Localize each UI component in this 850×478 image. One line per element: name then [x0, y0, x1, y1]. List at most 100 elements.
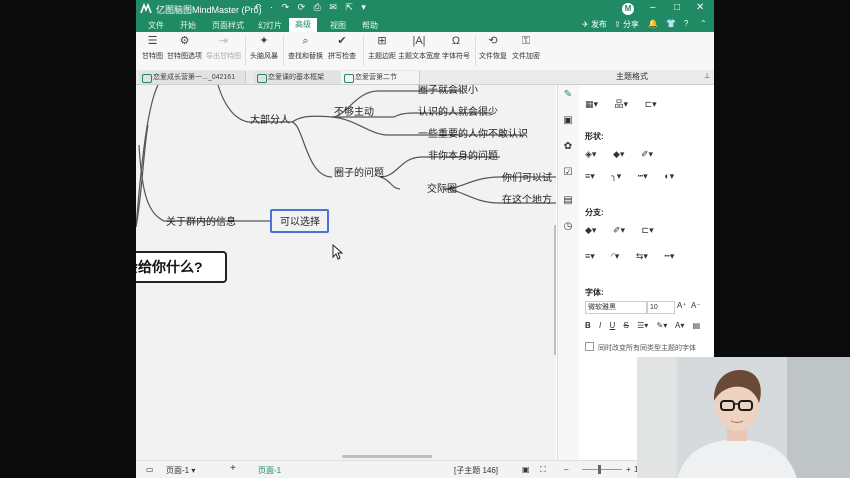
- menu-slides[interactable]: 幻灯片: [258, 20, 282, 31]
- node-not-yourself[interactable]: 非你本身的问题: [428, 147, 498, 162]
- branch-connector-icon[interactable]: ⊏▾: [642, 225, 654, 236]
- border-color-icon[interactable]: ✐▾: [641, 149, 653, 160]
- shape-row-2: ≡▾ ╮▾ ┅▾ ◐▾: [585, 171, 688, 182]
- collapse-ribbon-icon[interactable]: ⌃: [700, 19, 707, 28]
- font-grow-icon[interactable]: A⁺: [677, 301, 687, 310]
- node-know-few[interactable]: 认识的人就会很少: [418, 103, 498, 118]
- gantt-button[interactable]: ☰ 甘特图: [142, 35, 163, 61]
- close-icon[interactable]: ✕: [696, 2, 704, 13]
- help-icon[interactable]: ?: [684, 19, 688, 28]
- node-can-try[interactable]: 你们可以试: [502, 169, 552, 184]
- layout-grid-icon[interactable]: ▦▾: [585, 99, 598, 110]
- skin-icon[interactable]: 👕: [666, 19, 676, 28]
- font-symbol-button[interactable]: Ω 字体符号: [442, 35, 470, 61]
- tab-document-1[interactable]: 恋爱成长营第一..._042161: [139, 71, 246, 84]
- connector-style-icon[interactable]: ⊏▾: [645, 99, 657, 110]
- shape-select-icon[interactable]: ◈▾: [585, 149, 596, 160]
- branch-arrow-icon[interactable]: ⇆▾: [636, 251, 648, 262]
- share-button[interactable]: ⇪ 分享: [614, 19, 639, 30]
- node-majority[interactable]: 大部分人: [250, 111, 290, 126]
- apply-all-checkbox[interactable]: 同时改变所有同类型主题的字体: [585, 342, 696, 353]
- highlight-icon[interactable]: ✎▾: [657, 321, 668, 330]
- branch-weight-icon[interactable]: ≡▾: [585, 251, 595, 262]
- tab-label: 恋爱课的基本框架: [268, 74, 324, 81]
- maximize-icon[interactable]: □: [674, 2, 680, 13]
- menu-home[interactable]: 开始: [180, 20, 196, 31]
- menu-page-style[interactable]: 页面样式: [212, 20, 244, 31]
- fullscreen-icon[interactable]: ⛶: [540, 465, 546, 475]
- quick-access-toolbar[interactable]: ↶ · ↷ ⟳ ⎙ ✉ ⇱ ▾: [254, 2, 369, 13]
- file-recovery-button[interactable]: ⟲ 文件恢复: [479, 35, 507, 61]
- menu-advanced[interactable]: 高级: [289, 18, 317, 32]
- topic-margin-button[interactable]: ⊞ 主题边距: [368, 35, 396, 61]
- branch-border-icon[interactable]: ✐▾: [613, 225, 625, 236]
- more-format-icon[interactable]: ▤: [693, 321, 701, 330]
- minimize-icon[interactable]: –: [650, 2, 656, 13]
- font-color-icon[interactable]: A▾: [675, 321, 684, 330]
- corner-style-icon[interactable]: ╮▾: [611, 171, 621, 182]
- font-shrink-icon[interactable]: A⁻: [691, 301, 701, 310]
- mindmap-canvas[interactable]: 大部分人 不够主动 圈子就会很小 认识的人就会很少 一些重要的人你不敢认识 圈子…: [136, 85, 556, 460]
- node-circle-small[interactable]: 圈子就会很小: [418, 85, 478, 96]
- node-can-choose[interactable]: 可以选择: [280, 213, 320, 228]
- node-important-people[interactable]: 一些重要的人你不敢认识: [418, 125, 528, 140]
- user-avatar[interactable]: M: [622, 3, 634, 15]
- node-group-info[interactable]: 关于群内的信息: [166, 213, 236, 228]
- fit-page-icon[interactable]: ▣: [522, 465, 530, 474]
- node-social-circle[interactable]: 交际圈: [427, 180, 457, 195]
- strikethrough-icon[interactable]: S: [624, 321, 629, 330]
- font-size-select[interactable]: 10: [647, 301, 675, 314]
- dash-style-icon[interactable]: ┅▾: [638, 171, 648, 182]
- fill-color-icon[interactable]: ◆▾: [613, 149, 624, 160]
- tab-document-3[interactable]: 恋爱营第二节: [341, 71, 420, 84]
- add-page-button[interactable]: +: [230, 463, 236, 474]
- shadow-icon[interactable]: ◐▾: [664, 171, 674, 182]
- zoom-slider[interactable]: [582, 469, 622, 470]
- branch-dash-icon[interactable]: ┅▾: [664, 251, 674, 262]
- page-format-icon[interactable]: ▣: [562, 115, 574, 127]
- clipart-icon[interactable]: ✿: [562, 141, 574, 153]
- branch-fill-icon[interactable]: ◆▾: [585, 225, 596, 236]
- topic-format-icon[interactable]: ✎: [562, 89, 574, 101]
- page-view-icon[interactable]: ▭: [146, 465, 154, 474]
- branch-curve-icon[interactable]: ◜▾: [611, 251, 619, 262]
- menu-help[interactable]: 帮助: [362, 20, 378, 31]
- spell-check-button[interactable]: ✔ 拼写检查: [328, 35, 356, 61]
- menu-file[interactable]: 文件: [148, 20, 164, 31]
- find-replace-button[interactable]: ⌕ 查找和替换: [288, 35, 323, 61]
- zoom-in-icon[interactable]: +: [626, 465, 631, 474]
- zoom-out-icon[interactable]: –: [564, 465, 568, 474]
- pin-icon[interactable]: ⊥: [704, 72, 710, 80]
- font-symbol-icon: Ω: [451, 35, 461, 47]
- tab-document-2[interactable]: 恋爱课的基本框架: [254, 71, 349, 84]
- node-here[interactable]: 在这个地方: [502, 191, 552, 206]
- text-width-button[interactable]: |A| 主题文本宽度: [398, 35, 440, 61]
- export-gantt-button[interactable]: ⇥ 导出甘特图: [206, 35, 241, 61]
- page-dropdown-label: 页面-1: [166, 466, 190, 475]
- line-weight-icon[interactable]: ≡▾: [585, 171, 595, 182]
- zoom-slider-thumb[interactable]: [598, 465, 601, 474]
- horizontal-scrollbar[interactable]: [342, 455, 432, 458]
- gantt-options-button[interactable]: ⚙ 甘特图选项: [167, 35, 202, 61]
- bullet-list-icon[interactable]: ☰▾: [637, 321, 648, 330]
- outline-icon[interactable]: ▤: [562, 195, 574, 207]
- history-icon[interactable]: ◷: [562, 221, 574, 233]
- menu-view[interactable]: 视图: [330, 20, 346, 31]
- font-family-select[interactable]: 微软雅黑: [585, 301, 647, 314]
- vertical-scrollbar[interactable]: [554, 225, 556, 355]
- node-circle-problem[interactable]: 圈子的问题: [334, 164, 384, 179]
- bell-icon[interactable]: 🔔: [648, 19, 658, 28]
- italic-icon[interactable]: I: [599, 321, 601, 330]
- task-icon[interactable]: ☑: [562, 167, 574, 179]
- central-topic[interactable]: 会给你什么?: [136, 251, 227, 283]
- layout-tree-icon[interactable]: 品▾: [615, 97, 629, 110]
- file-encrypt-button[interactable]: ⚿ 文件加密: [512, 35, 540, 61]
- underline-icon[interactable]: U: [609, 321, 615, 330]
- page-dropdown[interactable]: 页面-1 ▾: [166, 465, 195, 476]
- brainstorm-button[interactable]: ✦ 头脑风暴: [250, 35, 278, 61]
- page-tab[interactable]: 页面-1: [258, 465, 281, 476]
- bold-icon[interactable]: B: [585, 321, 591, 330]
- publish-button[interactable]: ✈ 发布: [582, 19, 607, 30]
- checkbox-box[interactable]: [585, 342, 594, 351]
- node-not-active[interactable]: 不够主动: [334, 103, 374, 118]
